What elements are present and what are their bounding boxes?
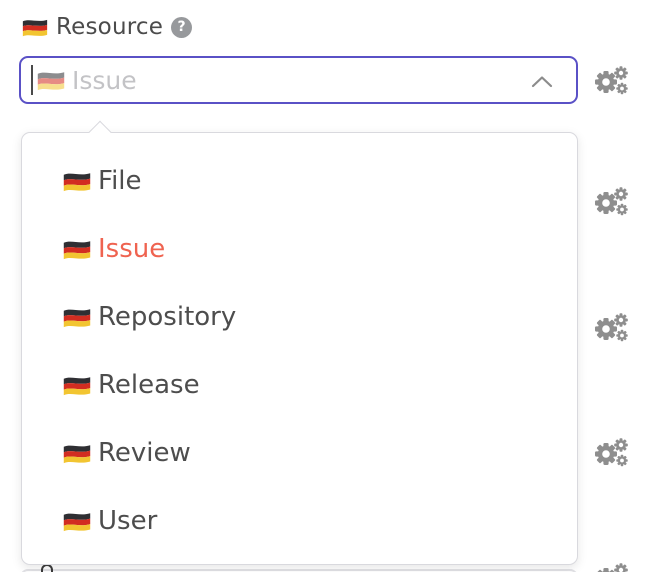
germany-flag-icon	[63, 238, 91, 260]
next-field-partial-glyph	[41, 564, 53, 572]
resource-combobox[interactable]: Issue	[19, 56, 578, 104]
dropdown-menu: File Issue Repository Release Review Use…	[21, 132, 578, 565]
germany-flag-icon	[22, 17, 48, 37]
field-settings-button[interactable]	[593, 437, 630, 468]
combobox-placeholder: Issue	[72, 66, 137, 95]
chevron-up-icon[interactable]	[530, 75, 554, 88]
gears-icon	[593, 437, 630, 468]
gears-icon	[593, 186, 630, 217]
option-label: Release	[98, 370, 200, 400]
option-label: Issue	[98, 234, 165, 264]
field-settings-button[interactable]	[593, 562, 630, 572]
option-label: File	[98, 166, 142, 196]
field-settings-button[interactable]	[593, 312, 630, 343]
germany-flag-icon	[63, 510, 91, 532]
dropdown-option-user[interactable]: User	[22, 487, 577, 555]
gears-icon	[593, 65, 630, 96]
gears-icon	[593, 312, 630, 343]
option-label: Review	[98, 438, 191, 468]
germany-flag-icon	[63, 374, 91, 396]
help-icon[interactable]: ?	[171, 17, 192, 38]
germany-flag-icon	[37, 69, 65, 91]
dropdown-option-repository[interactable]: Repository	[22, 283, 577, 351]
form-screen: Resource ? Issue File Issue Repository	[0, 0, 650, 572]
dropdown-option-issue[interactable]: Issue	[22, 215, 577, 283]
field-label: Resource	[56, 14, 163, 40]
option-label: User	[98, 506, 157, 536]
field-label-row: Resource ?	[22, 14, 192, 40]
dropdown-option-file[interactable]: File	[22, 147, 577, 215]
germany-flag-icon	[63, 442, 91, 464]
dropdown-option-review[interactable]: Review	[22, 419, 577, 487]
text-caret	[31, 65, 33, 95]
dropdown-option-release[interactable]: Release	[22, 351, 577, 419]
field-settings-button[interactable]	[593, 186, 630, 217]
germany-flag-icon	[63, 170, 91, 192]
option-label: Repository	[98, 302, 236, 332]
germany-flag-icon	[63, 306, 91, 328]
field-settings-button[interactable]	[593, 65, 630, 96]
gears-icon	[593, 562, 630, 572]
